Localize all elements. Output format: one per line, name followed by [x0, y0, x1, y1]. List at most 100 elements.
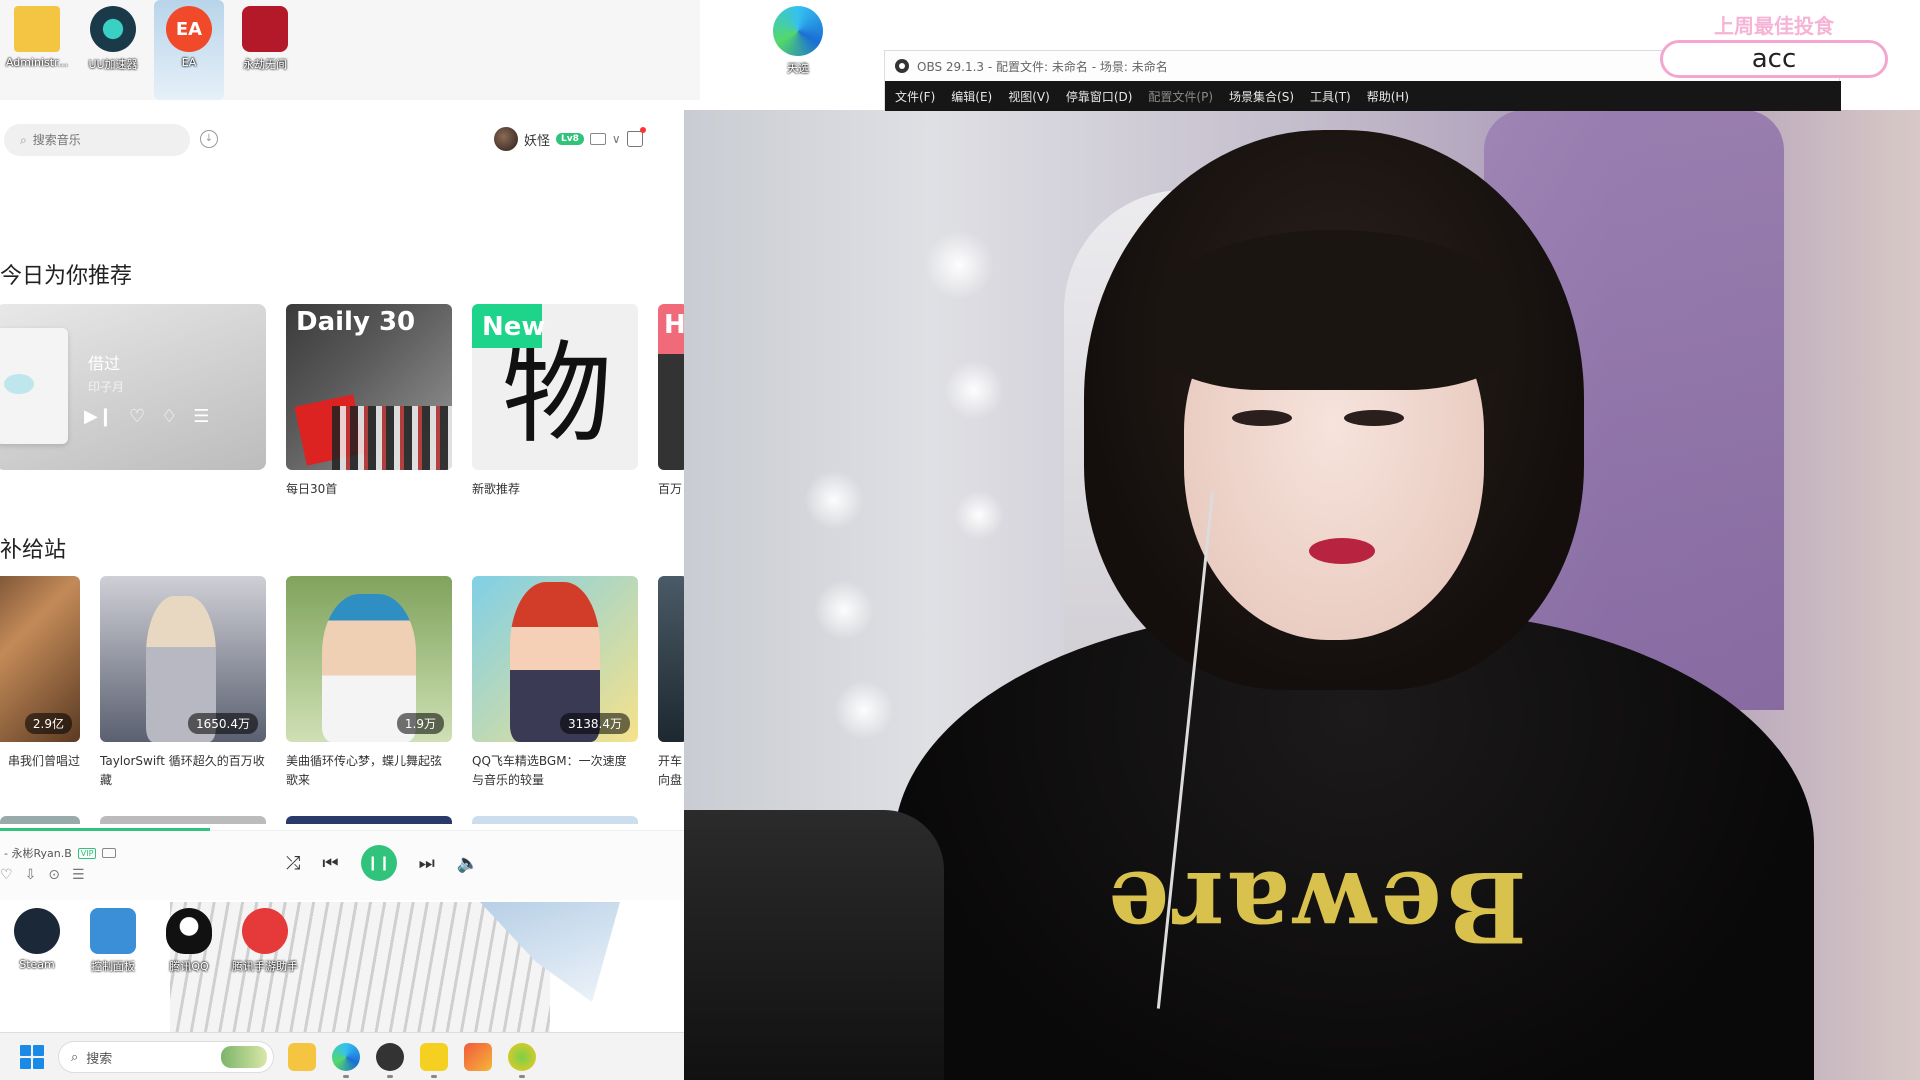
- obs-title-text: OBS 29.1.3 - 配置文件: 未命名 - 场景: 未命名: [917, 59, 1168, 74]
- music-search-box[interactable]: ⌕: [4, 124, 190, 156]
- tile-daily-30[interactable]: Daily 30: [286, 304, 452, 470]
- bokeh-light: [954, 490, 1004, 540]
- bokeh-light: [944, 360, 1004, 420]
- eye: [1232, 410, 1292, 426]
- desktop-icon-label: UU加速器: [88, 58, 138, 71]
- lips: [1309, 538, 1375, 564]
- player-bar: - 永彬Ryan.B VIP ♡ ⇩ ⊙ ☰ ⤮ ⏮ ❙❙ ⏭ 🔈: [0, 828, 684, 900]
- desktop-icon-ea[interactable]: EA EA: [154, 0, 224, 100]
- desktop-icon-label: 控制面板: [91, 960, 135, 973]
- desktop-icon-control-panel[interactable]: 控制面板: [78, 902, 148, 974]
- tile-new-songs[interactable]: 物 New: [472, 304, 638, 470]
- desktop-icon-label: 腾讯手游助手: [232, 960, 298, 973]
- desktop-icon-label: Administr...: [5, 56, 69, 69]
- playlist-card[interactable]: 1.9万: [286, 576, 452, 742]
- heart-icon[interactable]: ♡: [0, 867, 13, 883]
- desktop-icon-administrator[interactable]: Administr...: [2, 0, 72, 69]
- game-assistant-taskbar-icon[interactable]: [464, 1043, 492, 1071]
- tile-cover-text: H: [664, 310, 684, 340]
- chevron-down-icon[interactable]: ∨: [612, 132, 621, 146]
- playlist-label[interactable]: QQ飞车精选BGM：一次速度与音乐的较量: [472, 752, 638, 790]
- desktop-icon-qq[interactable]: 腾讯QQ: [154, 902, 224, 974]
- tile-million[interactable]: H: [658, 304, 684, 470]
- windows-start-icon[interactable]: [20, 1045, 44, 1069]
- cover-art: [332, 406, 452, 470]
- obs-taskbar-icon[interactable]: [376, 1043, 404, 1071]
- heart-icon[interactable]: ♡: [129, 406, 145, 427]
- music-header: ⌕ ↓ 妖怪 Lv8 ∨: [0, 120, 684, 160]
- dislike-icon[interactable]: ♢: [161, 406, 177, 427]
- playlist-card[interactable]: 2.9亿: [0, 576, 80, 742]
- obs-menu-tools[interactable]: 工具(T): [1310, 88, 1351, 105]
- obs-menu-docks[interactable]: 停靠窗口(D): [1066, 88, 1133, 105]
- desktop-icon-uu[interactable]: UU加速器: [78, 0, 148, 72]
- playlist-card-peek: [286, 816, 452, 824]
- running-indicator: [431, 1075, 437, 1078]
- avatar[interactable]: [494, 127, 518, 151]
- playlist-card[interactable]: 3138.4万: [472, 576, 638, 742]
- obs-menu-help[interactable]: 帮助(H): [1367, 88, 1409, 105]
- progress-bar[interactable]: [0, 828, 210, 831]
- playlist-card-peek: [472, 816, 638, 824]
- wechat-like-taskbar-icon[interactable]: [508, 1043, 536, 1071]
- music-app-taskbar-icon[interactable]: [420, 1043, 448, 1071]
- volume-icon[interactable]: 🔈: [457, 853, 479, 874]
- playlist-label[interactable]: 串我们曾唱过: [0, 752, 80, 771]
- obs-menu-file[interactable]: 文件(F): [895, 88, 935, 105]
- next-icon[interactable]: ⏭: [419, 853, 435, 874]
- playlist-card[interactable]: [658, 576, 684, 742]
- play-count: 3138.4万: [560, 713, 630, 734]
- download-icon[interactable]: ⇩: [25, 867, 37, 883]
- bokeh-light: [814, 580, 874, 640]
- taskbar-search[interactable]: ⌕ 搜索: [58, 1041, 274, 1073]
- desktop-icon-label: 永劫无间: [243, 58, 287, 71]
- tile-label[interactable]: 每日30首: [286, 480, 337, 497]
- player-artist[interactable]: - 永彬Ryan.B: [4, 845, 72, 861]
- playlist-label[interactable]: 开车向盘: [658, 752, 684, 790]
- obs-menu-profile[interactable]: 配置文件(P): [1148, 88, 1213, 105]
- bokeh-light: [834, 680, 894, 740]
- tile-label[interactable]: 新歌推荐: [472, 480, 520, 497]
- running-indicator: [343, 1075, 349, 1078]
- now-playing-card[interactable]: 借过 印子月 ▶❙ ♡ ♢ ☰: [0, 304, 266, 470]
- taskbar: ⌕ 搜索: [0, 1032, 684, 1080]
- ea-icon: EA: [166, 6, 212, 52]
- bokeh-light: [804, 470, 864, 530]
- pause-button[interactable]: ❙❙: [360, 845, 397, 881]
- edge-icon[interactable]: [332, 1043, 360, 1071]
- search-icon: ⌕: [71, 1049, 79, 1065]
- eye: [1344, 410, 1404, 426]
- chair-armrest: [684, 810, 944, 1080]
- desktop-icon-edge[interactable]: 天选: [770, 6, 826, 76]
- mail-icon[interactable]: [589, 133, 606, 145]
- voice-search-icon[interactable]: ↓: [200, 130, 218, 148]
- tile-label[interactable]: 百万: [658, 480, 682, 497]
- shuffle-icon[interactable]: ⤮: [286, 853, 300, 874]
- desktop-icon-steam[interactable]: Steam: [2, 902, 72, 971]
- desktop-icon-tencent-game[interactable]: 腾讯手游助手: [230, 902, 300, 974]
- search-icon: ⌕: [20, 132, 27, 147]
- desktop-icon-naraka[interactable]: 永劫无间: [230, 0, 300, 72]
- obs-menu-view[interactable]: 视图(V): [1008, 88, 1050, 105]
- playlist-card-peek: [0, 816, 80, 824]
- vip-tag: VIP: [77, 847, 97, 859]
- playlist-card[interactable]: 1650.4万: [100, 576, 266, 742]
- mv-icon[interactable]: [102, 848, 117, 858]
- playlist-label[interactable]: TaylorSwift 循环超久的百万收藏: [100, 752, 266, 790]
- vip-badge[interactable]: Lv8: [556, 133, 584, 145]
- obs-menu-scene-collection[interactable]: 场景集合(S): [1229, 88, 1294, 105]
- desktop-icon-label: Steam: [19, 958, 55, 971]
- share-icon[interactable]: ☰: [72, 867, 85, 883]
- play-next-icon[interactable]: ▶❙: [84, 406, 113, 427]
- comment-icon[interactable]: ⊙: [48, 867, 60, 883]
- running-indicator: [387, 1075, 393, 1078]
- obs-menu-edit[interactable]: 编辑(E): [951, 88, 992, 105]
- username[interactable]: 妖怪: [524, 130, 550, 149]
- obs-logo-icon: [895, 59, 909, 73]
- file-explorer-icon[interactable]: [288, 1043, 316, 1071]
- previous-icon[interactable]: ⏮: [322, 853, 338, 874]
- music-search-input[interactable]: [32, 133, 153, 147]
- playlist-label[interactable]: 美曲循环传心梦，蝶儿舞起弦歌来: [286, 752, 452, 790]
- skin-icon[interactable]: [626, 127, 646, 147]
- more-icon[interactable]: ☰: [193, 406, 209, 427]
